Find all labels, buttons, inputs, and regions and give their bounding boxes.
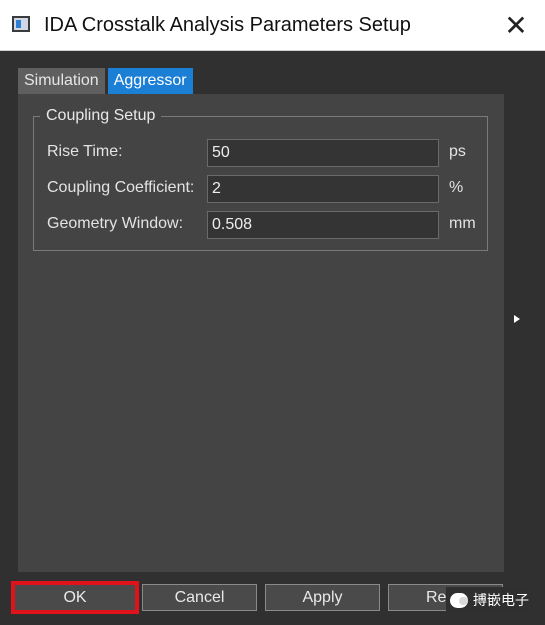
app-window-icon [12,16,30,32]
apply-button[interactable]: Apply [265,584,380,611]
dialog-body: Simulation Aggressor Coupling Setup Rise… [0,51,545,625]
geometry-window-field[interactable] [207,211,439,239]
tab-aggressor[interactable]: Aggressor [107,68,193,94]
geometry-window-label: Geometry Window: [47,215,184,232]
title-bar: IDA Crosstalk Analysis Parameters Setup … [0,0,545,51]
wechat-icon [450,592,468,608]
window-title: IDA Crosstalk Analysis Parameters Setup [44,14,411,36]
coupling-coefficient-label: Coupling Coefficient: [47,179,195,196]
geometry-window-row: Geometry Window: mm [34,211,489,239]
aggressor-panel: Coupling Setup Rise Time: ps Coupling Co… [18,94,504,572]
coupling-setup-group: Coupling Setup Rise Time: ps Coupling Co… [33,107,489,251]
tab-bar: Simulation Aggressor [18,68,196,94]
coupling-coefficient-unit: % [449,179,464,196]
rise-time-unit: ps [449,143,466,160]
ok-button[interactable]: OK [11,581,139,614]
rise-time-field[interactable] [207,139,439,167]
tab-simulation[interactable]: Simulation [18,68,105,94]
watermark: 搏嵌电子 [446,587,533,613]
rise-time-label: Rise Time: [47,143,123,160]
geometry-window-unit: mm [449,215,476,232]
expand-arrow-icon[interactable] [514,315,520,323]
cancel-button[interactable]: Cancel [142,584,257,611]
rise-time-row: Rise Time: ps [34,139,489,167]
coupling-coefficient-field[interactable] [207,175,439,203]
watermark-text: 搏嵌电子 [473,592,529,608]
coupling-coefficient-row: Coupling Coefficient: % [34,175,489,203]
close-icon[interactable]: ✕ [496,6,536,44]
coupling-setup-title: Coupling Setup [40,107,162,125]
